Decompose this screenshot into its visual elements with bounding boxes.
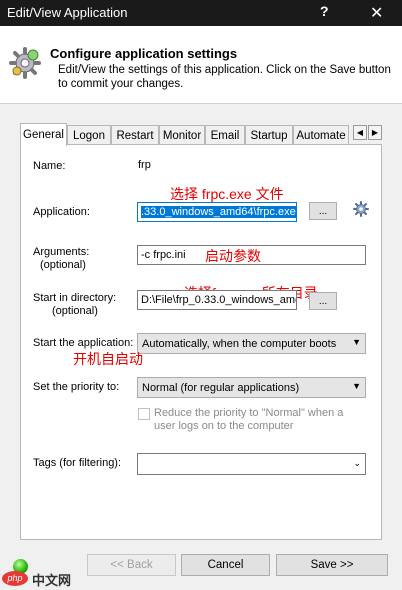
- tab-automate[interactable]: Automate: [293, 125, 349, 145]
- start-application-select[interactable]: Automatically, when the computer boots ▼: [137, 333, 366, 354]
- tab-general[interactable]: General: [20, 123, 67, 146]
- application-path-input[interactable]: .33.0_windows_amd64\frpc.exe: [137, 202, 297, 222]
- annotation-start-params: 启动参数: [205, 248, 261, 264]
- gear-icon[interactable]: [353, 201, 369, 217]
- priority-select[interactable]: Normal (for regular applications) ▼: [137, 377, 366, 398]
- watermark-text: 中文网: [32, 573, 72, 588]
- watermark: php 中文网: [0, 568, 90, 590]
- tab-scroll-left-button[interactable]: ◀: [353, 125, 367, 140]
- priority-label: Set the priority to:: [33, 381, 120, 393]
- dialog-header: Configure application settings Edit/View…: [0, 26, 402, 104]
- start-directory-optional-label: (optional): [52, 305, 98, 317]
- header-title: Configure application settings: [50, 46, 238, 61]
- help-button[interactable]: ?: [320, 3, 329, 19]
- tab-startup[interactable]: Startup: [245, 125, 293, 145]
- annotation-autostart: 开机自启动: [73, 351, 143, 367]
- application-browse-button[interactable]: ...: [309, 202, 337, 220]
- title-bar: Edit/View Application ? ✕: [0, 0, 402, 26]
- reduce-priority-checkbox[interactable]: [138, 408, 150, 420]
- back-button[interactable]: << Back: [87, 554, 176, 576]
- priority-value: Normal (for regular applications): [142, 382, 300, 394]
- tags-combo-input[interactable]: ⌄: [137, 453, 366, 475]
- annotation-select-exe: 选择 frpc.exe 文件: [170, 186, 284, 202]
- tab-restart[interactable]: Restart: [111, 125, 159, 145]
- close-button[interactable]: ✕: [370, 3, 383, 23]
- cancel-button[interactable]: Cancel: [181, 554, 270, 576]
- application-label: Application:: [33, 206, 90, 218]
- name-value: frp: [138, 159, 151, 171]
- name-label: Name:: [33, 160, 66, 172]
- header-description: Edit/View the settings of this applicati…: [58, 64, 391, 90]
- tab-email[interactable]: Email: [205, 125, 245, 145]
- chevron-down-icon: ▼: [352, 337, 361, 347]
- application-path-text: .33.0_windows_amd64\frpc.exe: [141, 206, 296, 218]
- start-application-value: Automatically, when the computer boots: [142, 338, 337, 350]
- tab-monitor[interactable]: Monitor: [159, 125, 205, 145]
- gear-settings-icon: [9, 47, 41, 79]
- tab-logon[interactable]: Logon: [67, 125, 111, 145]
- php-logo: php: [2, 571, 28, 586]
- reduce-priority-label: Reduce the priority to "Normal" when a u…: [154, 407, 344, 432]
- tags-label: Tags (for filtering):: [33, 457, 122, 469]
- chevron-down-icon: ⌄: [353, 458, 361, 468]
- tab-scroll-right-button[interactable]: ▶: [368, 125, 382, 140]
- arguments-label: Arguments:: [33, 246, 90, 258]
- start-directory-browse-button[interactable]: ...: [309, 292, 337, 310]
- start-directory-label: Start in directory:: [33, 292, 117, 304]
- chevron-down-icon: ▼: [352, 381, 361, 391]
- save-button[interactable]: Save >>: [276, 554, 388, 576]
- arguments-optional-label: (optional): [40, 259, 86, 271]
- window-title: Edit/View Application: [7, 5, 128, 20]
- start-directory-input[interactable]: D:\File\frp_0.33.0_windows_amd: [137, 290, 297, 310]
